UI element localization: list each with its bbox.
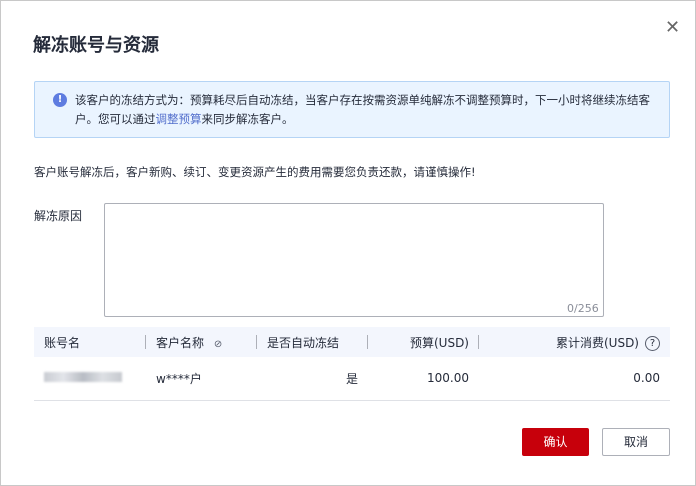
confirm-button[interactable]: 确认: [522, 428, 589, 456]
info-alert: ! 该客户的冻结方式为：预算耗尽后自动冻结，当客户存在按需资源单纯解冻不调整预算…: [34, 81, 670, 138]
dialog-title: 解冻账号与资源: [33, 35, 159, 56]
accounts-table: 账号名 客户名称 ⊘ 是否自动冻结 预算(USD) 累计消费(USD)? w**…: [34, 327, 670, 401]
header-customer: 客户名称 ⊘: [146, 327, 257, 357]
cell-account: [34, 357, 146, 401]
unfreeze-dialog: 解冻账号与资源 ✕ ! 该客户的冻结方式为：预算耗尽后自动冻结，当客户存在按需资…: [0, 0, 696, 486]
reason-counter: 0/256: [567, 302, 599, 315]
header-account: 账号名: [34, 327, 146, 357]
cancel-button[interactable]: 取消: [602, 428, 670, 456]
header-spent: 累计消费(USD)?: [479, 327, 670, 357]
cell-auto-freeze: 是: [257, 357, 368, 401]
close-icon[interactable]: ✕: [665, 17, 680, 38]
header-auto-freeze: 是否自动冻结: [257, 327, 368, 357]
masked-account-name: [44, 372, 122, 383]
header-customer-label: 客户名称: [156, 335, 205, 350]
alert-text: 该客户的冻结方式为：预算耗尽后自动冻结，当客户存在按需资源单纯解冻不调整预算时，…: [75, 91, 661, 129]
table-row: w****户 是 100.00 0.00: [34, 357, 670, 401]
header-spent-label: 累计消费(USD): [555, 335, 639, 350]
warning-text: 客户账号解冻后，客户新购、续订、变更资源产生的费用需要您负责还款，请谨慎操作!: [34, 165, 476, 179]
reason-label: 解冻原因: [34, 209, 83, 223]
help-icon[interactable]: ?: [645, 335, 660, 351]
adjust-budget-link[interactable]: 调整预算: [156, 112, 202, 126]
info-icon: !: [53, 93, 67, 107]
alert-text-after: 来同步解冻客户。: [201, 112, 294, 126]
cell-budget: 100.00: [368, 357, 479, 401]
cell-customer: w****户: [146, 357, 257, 401]
header-budget: 预算(USD): [368, 327, 479, 357]
reason-textarea[interactable]: [104, 203, 604, 317]
cell-spent: 0.00: [479, 357, 670, 401]
eye-hidden-icon[interactable]: ⊘: [214, 339, 222, 350]
